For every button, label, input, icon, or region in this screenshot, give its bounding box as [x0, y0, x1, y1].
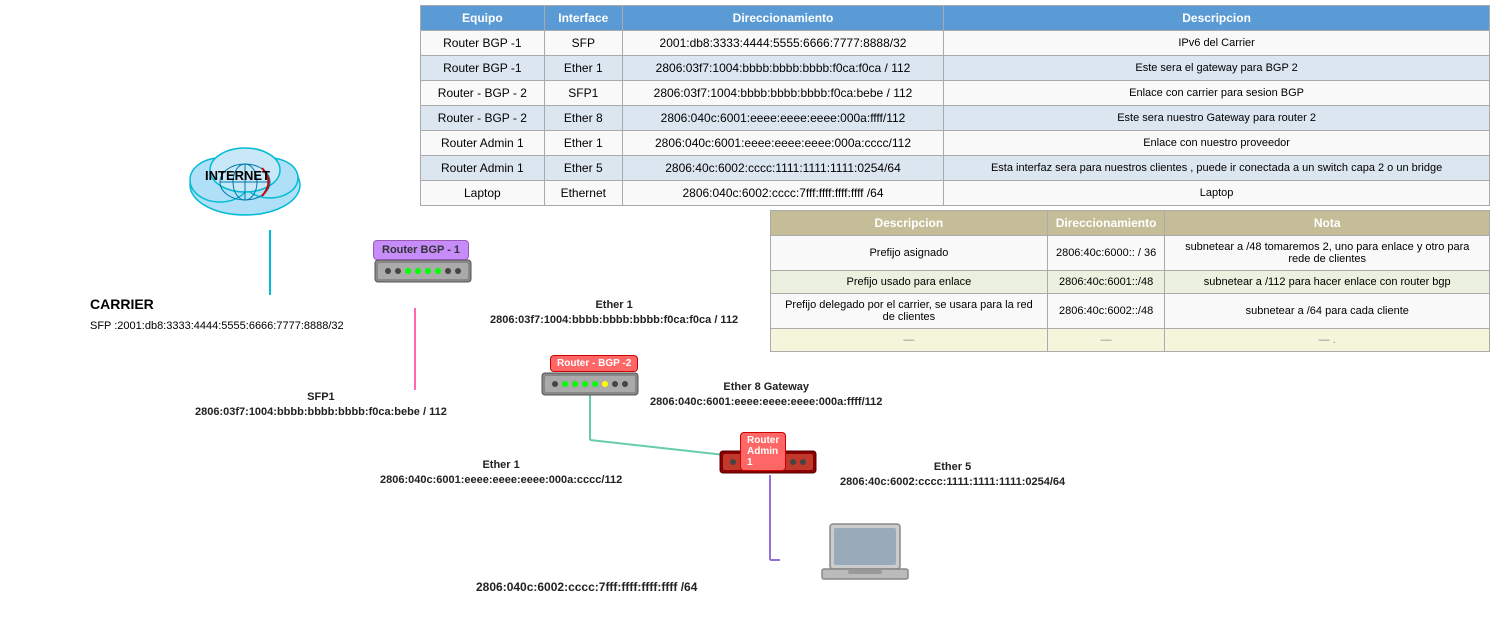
laptop-addr: 2806:040c:6002:cccc:7fff:ffff:ffff:ffff … — [476, 580, 697, 594]
laptop-icon — [820, 519, 910, 592]
carrier-text: CARRIER — [90, 296, 154, 312]
ether8-label: Ether 8 Gateway 2806:040c:6001:eeee:eeee… — [650, 380, 882, 411]
carrier-label: CARRIER SFP :2001:db8:3333:4444:5555:666… — [90, 295, 344, 334]
diagram: INTERNET CARRIER SFP :2001:db8:3333:4444… — [0, 0, 780, 622]
router-admin1-text: Router Admin 1 — [747, 435, 779, 468]
sec-col-nota: Nota — [1165, 211, 1490, 236]
ether1-bgp1-text: Ether 1 — [595, 299, 632, 311]
table-cell-desc: Este sera nuestro Gateway para router 2 — [944, 106, 1490, 131]
laptop-addr-label: 2806:040c:6002:cccc:7fff:ffff:ffff:ffff … — [476, 580, 697, 594]
internet-label: INTERNET — [205, 168, 270, 183]
sfp1-text: SFP1 — [307, 391, 335, 403]
sec-table-cell-nota: subnetear a /64 para cada cliente — [1165, 294, 1490, 329]
table-cell-desc: Esta interfaz sera para nuestros cliente… — [944, 156, 1490, 181]
sec-table-cell-desc: Prefijo usado para enlace — [771, 271, 1048, 294]
secondary-table-body: Prefijo asignado2806:40c:6000:: / 36subn… — [771, 236, 1490, 352]
sec-table-cell-dir: 2806:40c:6000:: / 36 — [1047, 236, 1165, 271]
ether5-text: Ether 5 — [934, 461, 971, 473]
router-bgp1-text: Router BGP - 1 — [382, 244, 460, 256]
sfp1-label: SFP1 2806:03f7:1004:bbbb:bbbb:bbbb:f0ca:… — [195, 390, 447, 421]
ether1-admin-text: Ether 1 — [482, 459, 519, 471]
sec-table-cell-desc: Prefijo asignado — [771, 236, 1048, 271]
sec-table-cell-dir: 2806:40c:6001::/48 — [1047, 271, 1165, 294]
sec-table-cell-dir: — — [1047, 329, 1165, 352]
router-bgp2-text: Router - BGP -2 — [557, 358, 631, 369]
sfp1-addr: 2806:03f7:1004:bbbb:bbbb:bbbb:f0ca:bebe … — [195, 406, 447, 418]
col-header-desc: Descripcion — [944, 6, 1490, 31]
table-cell-desc: Este sera el gateway para BGP 2 — [944, 56, 1490, 81]
table-row: ——— . — [771, 329, 1490, 352]
carrier-sfp: SFP :2001:db8:3333:4444:5555:6666:7777:8… — [90, 320, 344, 332]
sec-col-desc: Descripcion — [771, 211, 1048, 236]
sec-table-cell-nota: — . — [1165, 329, 1490, 352]
ether8-text: Ether 8 Gateway — [723, 381, 809, 393]
router-admin1-label: Router Admin 1 — [740, 432, 786, 471]
table-cell-desc: Laptop — [944, 181, 1490, 206]
sec-table-cell-nota: subnetear a /112 para hacer enlace con r… — [1165, 271, 1490, 294]
sec-table-cell-nota: subnetear a /48 tomaremos 2, uno para en… — [1165, 236, 1490, 271]
table-row: Prefijo delegado por el carrier, se usar… — [771, 294, 1490, 329]
ether1-bgp1-addr: 2806:03f7:1004:bbbb:bbbb:bbbb:f0ca:f0ca … — [490, 314, 738, 326]
table-row: Prefijo usado para enlace2806:40c:6001::… — [771, 271, 1490, 294]
table-cell-desc: Enlace con nuestro proveedor — [944, 131, 1490, 156]
ether1-admin-label: Ether 1 2806:040c:6001:eeee:eeee:eeee:00… — [380, 458, 622, 489]
ether1-admin-addr: 2806:040c:6001:eeee:eeee:eeee:000a:cccc/… — [380, 474, 622, 486]
router-bgp2-device — [540, 370, 640, 403]
ether1-bgp1-label: Ether 1 2806:03f7:1004:bbbb:bbbb:bbbb:f0… — [490, 298, 738, 329]
router-bgp1-label: Router BGP - 1 — [373, 240, 469, 260]
table-cell-desc: Enlace con carrier para sesion BGP — [944, 81, 1490, 106]
table-row: Prefijo asignado2806:40c:6000:: / 36subn… — [771, 236, 1490, 271]
router-bgp1-device — [373, 255, 473, 293]
router-bgp2-label: Router - BGP -2 — [550, 355, 638, 372]
sec-table-cell-dir: 2806:40c:6002::/48 — [1047, 294, 1165, 329]
ether5-label: Ether 5 2806:40c:6002:cccc:1111:1111:111… — [840, 460, 1065, 491]
sec-table-cell-desc: Prefijo delegado por el carrier, se usar… — [771, 294, 1048, 329]
secondary-table-wrapper: Descripcion Direccionamiento Nota Prefij… — [770, 210, 1490, 352]
secondary-table: Descripcion Direccionamiento Nota Prefij… — [770, 210, 1490, 352]
ether5-addr: 2806:40c:6002:cccc:1111:1111:1111:0254/6… — [840, 476, 1065, 488]
sec-col-dir: Direccionamiento — [1047, 211, 1165, 236]
ether8-addr: 2806:040c:6001:eeee:eeee:eeee:000a:ffff/… — [650, 396, 882, 408]
table-cell-desc: IPv6 del Carrier — [944, 31, 1490, 56]
sec-table-cell-desc: — — [771, 329, 1048, 352]
